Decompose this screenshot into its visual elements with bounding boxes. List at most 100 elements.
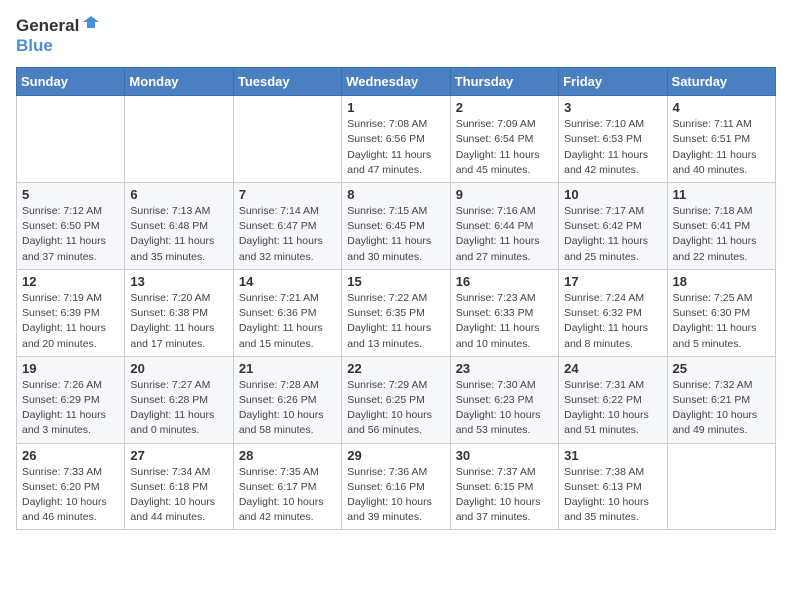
logo-bird-icon: [81, 14, 101, 34]
day-info-21: Sunrise: 7:28 AM Sunset: 6:26 PM Dayligh…: [239, 378, 336, 439]
header-sunday: Sunday: [17, 68, 125, 96]
week-row-1: 1Sunrise: 7:08 AM Sunset: 6:56 PM Daylig…: [17, 96, 776, 183]
table-row: [667, 443, 775, 530]
day-info-15: Sunrise: 7:22 AM Sunset: 6:35 PM Dayligh…: [347, 291, 444, 352]
calendar-table: Sunday Monday Tuesday Wednesday Thursday…: [16, 67, 776, 530]
logo-blue: Blue: [16, 36, 101, 56]
table-row: [17, 96, 125, 183]
header-saturday: Saturday: [667, 68, 775, 96]
table-row: 15 Sunrise: 7:22 AM Sunset: 6:35 PM Dayli…: [342, 269, 450, 356]
day-info-7: Sunrise: 7:14 AM Sunset: 6:47 PM Dayligh…: [239, 204, 336, 265]
day-info-19: Sunrise: 7:26 AM Sunset: 6:29 PM Dayligh…: [22, 378, 119, 439]
day-info-1: Sunrise: 7:08 AM Sunset: 6:56 PM Dayligh…: [347, 117, 444, 178]
day-info-12: Sunrise: 7:19 AM Sunset: 6:39 PM Dayligh…: [22, 291, 119, 352]
day-info-18: Sunrise: 7:25 AM Sunset: 6:30 PM Dayligh…: [673, 291, 770, 352]
header-monday: Monday: [125, 68, 233, 96]
day-number-27: 27: [130, 448, 227, 463]
day-number-22: 22: [347, 361, 444, 376]
table-row: 1Sunrise: 7:08 AM Sunset: 6:56 PM Daylig…: [342, 96, 450, 183]
week-row-2: 5 Sunrise: 7:12 AM Sunset: 6:50 PM Daylig…: [17, 182, 776, 269]
table-row: 4 Sunrise: 7:11 AM Sunset: 6:51 PM Daylig…: [667, 96, 775, 183]
weekday-header-row: Sunday Monday Tuesday Wednesday Thursday…: [17, 68, 776, 96]
day-info-4: Sunrise: 7:11 AM Sunset: 6:51 PM Dayligh…: [673, 117, 770, 178]
table-row: 8Sunrise: 7:15 AM Sunset: 6:45 PM Daylig…: [342, 182, 450, 269]
table-row: 20 Sunrise: 7:27 AM Sunset: 6:28 PM Dayli…: [125, 356, 233, 443]
header-tuesday: Tuesday: [233, 68, 341, 96]
day-number-9: 9: [456, 187, 553, 202]
day-number-14: 14: [239, 274, 336, 289]
day-info-30: Sunrise: 7:37 AM Sunset: 6:15 PM Dayligh…: [456, 465, 553, 526]
table-row: 9 Sunrise: 7:16 AM Sunset: 6:44 PM Daylig…: [450, 182, 558, 269]
day-number-5: 5: [22, 187, 119, 202]
day-info-28: Sunrise: 7:35 AM Sunset: 6:17 PM Dayligh…: [239, 465, 336, 526]
table-row: 21 Sunrise: 7:28 AM Sunset: 6:26 PM Dayli…: [233, 356, 341, 443]
day-number-10: 10: [564, 187, 661, 202]
table-row: 25 Sunrise: 7:32 AM Sunset: 6:21 PM Dayli…: [667, 356, 775, 443]
day-number-23: 23: [456, 361, 553, 376]
day-info-10: Sunrise: 7:17 AM Sunset: 6:42 PM Dayligh…: [564, 204, 661, 265]
day-number-4: 4: [673, 100, 770, 115]
day-info-11: Sunrise: 7:18 AM Sunset: 6:41 PM Dayligh…: [673, 204, 770, 265]
header-friday: Friday: [559, 68, 667, 96]
day-number-26: 26: [22, 448, 119, 463]
table-row: 27 Sunrise: 7:34 AM Sunset: 6:18 PM Dayli…: [125, 443, 233, 530]
table-row: 10 Sunrise: 7:17 AM Sunset: 6:42 PM Dayli…: [559, 182, 667, 269]
table-row: 22 Sunrise: 7:29 AM Sunset: 6:25 PM Dayli…: [342, 356, 450, 443]
table-row: 2Sunrise: 7:09 AM Sunset: 6:54 PM Daylig…: [450, 96, 558, 183]
table-row: 26 Sunrise: 7:33 AM Sunset: 6:20 PM Dayli…: [17, 443, 125, 530]
day-number-7: 7: [239, 187, 336, 202]
day-info-5: Sunrise: 7:12 AM Sunset: 6:50 PM Dayligh…: [22, 204, 119, 265]
table-row: 31Sunrise: 7:38 AM Sunset: 6:13 PM Dayli…: [559, 443, 667, 530]
day-info-27: Sunrise: 7:34 AM Sunset: 6:18 PM Dayligh…: [130, 465, 227, 526]
day-info-26: Sunrise: 7:33 AM Sunset: 6:20 PM Dayligh…: [22, 465, 119, 526]
table-row: 6 Sunrise: 7:13 AM Sunset: 6:48 PM Daylig…: [125, 182, 233, 269]
day-number-6: 6: [130, 187, 227, 202]
day-number-3: 3: [564, 100, 661, 115]
table-row: 18 Sunrise: 7:25 AM Sunset: 6:30 PM Dayli…: [667, 269, 775, 356]
day-info-9: Sunrise: 7:16 AM Sunset: 6:44 PM Dayligh…: [456, 204, 553, 265]
header: General Blue: [16, 16, 776, 55]
table-row: 30Sunrise: 7:37 AM Sunset: 6:15 PM Dayli…: [450, 443, 558, 530]
day-info-3: Sunrise: 7:10 AM Sunset: 6:53 PM Dayligh…: [564, 117, 661, 178]
day-info-24: Sunrise: 7:31 AM Sunset: 6:22 PM Dayligh…: [564, 378, 661, 439]
table-row: 19Sunrise: 7:26 AM Sunset: 6:29 PM Dayli…: [17, 356, 125, 443]
day-number-16: 16: [456, 274, 553, 289]
day-info-14: Sunrise: 7:21 AM Sunset: 6:36 PM Dayligh…: [239, 291, 336, 352]
table-row: 13 Sunrise: 7:20 AM Sunset: 6:38 PM Dayli…: [125, 269, 233, 356]
day-info-13: Sunrise: 7:20 AM Sunset: 6:38 PM Dayligh…: [130, 291, 227, 352]
table-row: 24 Sunrise: 7:31 AM Sunset: 6:22 PM Dayli…: [559, 356, 667, 443]
day-number-13: 13: [130, 274, 227, 289]
table-row: 28 Sunrise: 7:35 AM Sunset: 6:17 PM Dayli…: [233, 443, 341, 530]
table-row: 7 Sunrise: 7:14 AM Sunset: 6:47 PM Daylig…: [233, 182, 341, 269]
week-row-3: 12 Sunrise: 7:19 AM Sunset: 6:39 PM Dayli…: [17, 269, 776, 356]
table-row: 16 Sunrise: 7:23 AM Sunset: 6:33 PM Dayli…: [450, 269, 558, 356]
logo-general: General: [16, 16, 79, 36]
day-number-29: 29: [347, 448, 444, 463]
day-number-12: 12: [22, 274, 119, 289]
table-row: 12 Sunrise: 7:19 AM Sunset: 6:39 PM Dayli…: [17, 269, 125, 356]
day-info-20: Sunrise: 7:27 AM Sunset: 6:28 PM Dayligh…: [130, 378, 227, 439]
day-info-16: Sunrise: 7:23 AM Sunset: 6:33 PM Dayligh…: [456, 291, 553, 352]
table-row: 14 Sunrise: 7:21 AM Sunset: 6:36 PM Dayli…: [233, 269, 341, 356]
table-row: 11 Sunrise: 7:18 AM Sunset: 6:41 PM Dayli…: [667, 182, 775, 269]
table-row: 17Sunrise: 7:24 AM Sunset: 6:32 PM Dayli…: [559, 269, 667, 356]
day-number-20: 20: [130, 361, 227, 376]
table-row: 29Sunrise: 7:36 AM Sunset: 6:16 PM Dayli…: [342, 443, 450, 530]
day-number-18: 18: [673, 274, 770, 289]
day-number-15: 15: [347, 274, 444, 289]
day-number-11: 11: [673, 187, 770, 202]
table-row: 5 Sunrise: 7:12 AM Sunset: 6:50 PM Daylig…: [17, 182, 125, 269]
week-row-4: 19Sunrise: 7:26 AM Sunset: 6:29 PM Dayli…: [17, 356, 776, 443]
day-info-6: Sunrise: 7:13 AM Sunset: 6:48 PM Dayligh…: [130, 204, 227, 265]
week-row-5: 26 Sunrise: 7:33 AM Sunset: 6:20 PM Dayli…: [17, 443, 776, 530]
table-row: [125, 96, 233, 183]
header-thursday: Thursday: [450, 68, 558, 96]
day-number-21: 21: [239, 361, 336, 376]
day-number-28: 28: [239, 448, 336, 463]
day-number-24: 24: [564, 361, 661, 376]
day-info-22: Sunrise: 7:29 AM Sunset: 6:25 PM Dayligh…: [347, 378, 444, 439]
day-info-25: Sunrise: 7:32 AM Sunset: 6:21 PM Dayligh…: [673, 378, 770, 439]
day-info-2: Sunrise: 7:09 AM Sunset: 6:54 PM Dayligh…: [456, 117, 553, 178]
day-info-8: Sunrise: 7:15 AM Sunset: 6:45 PM Dayligh…: [347, 204, 444, 265]
day-number-25: 25: [673, 361, 770, 376]
